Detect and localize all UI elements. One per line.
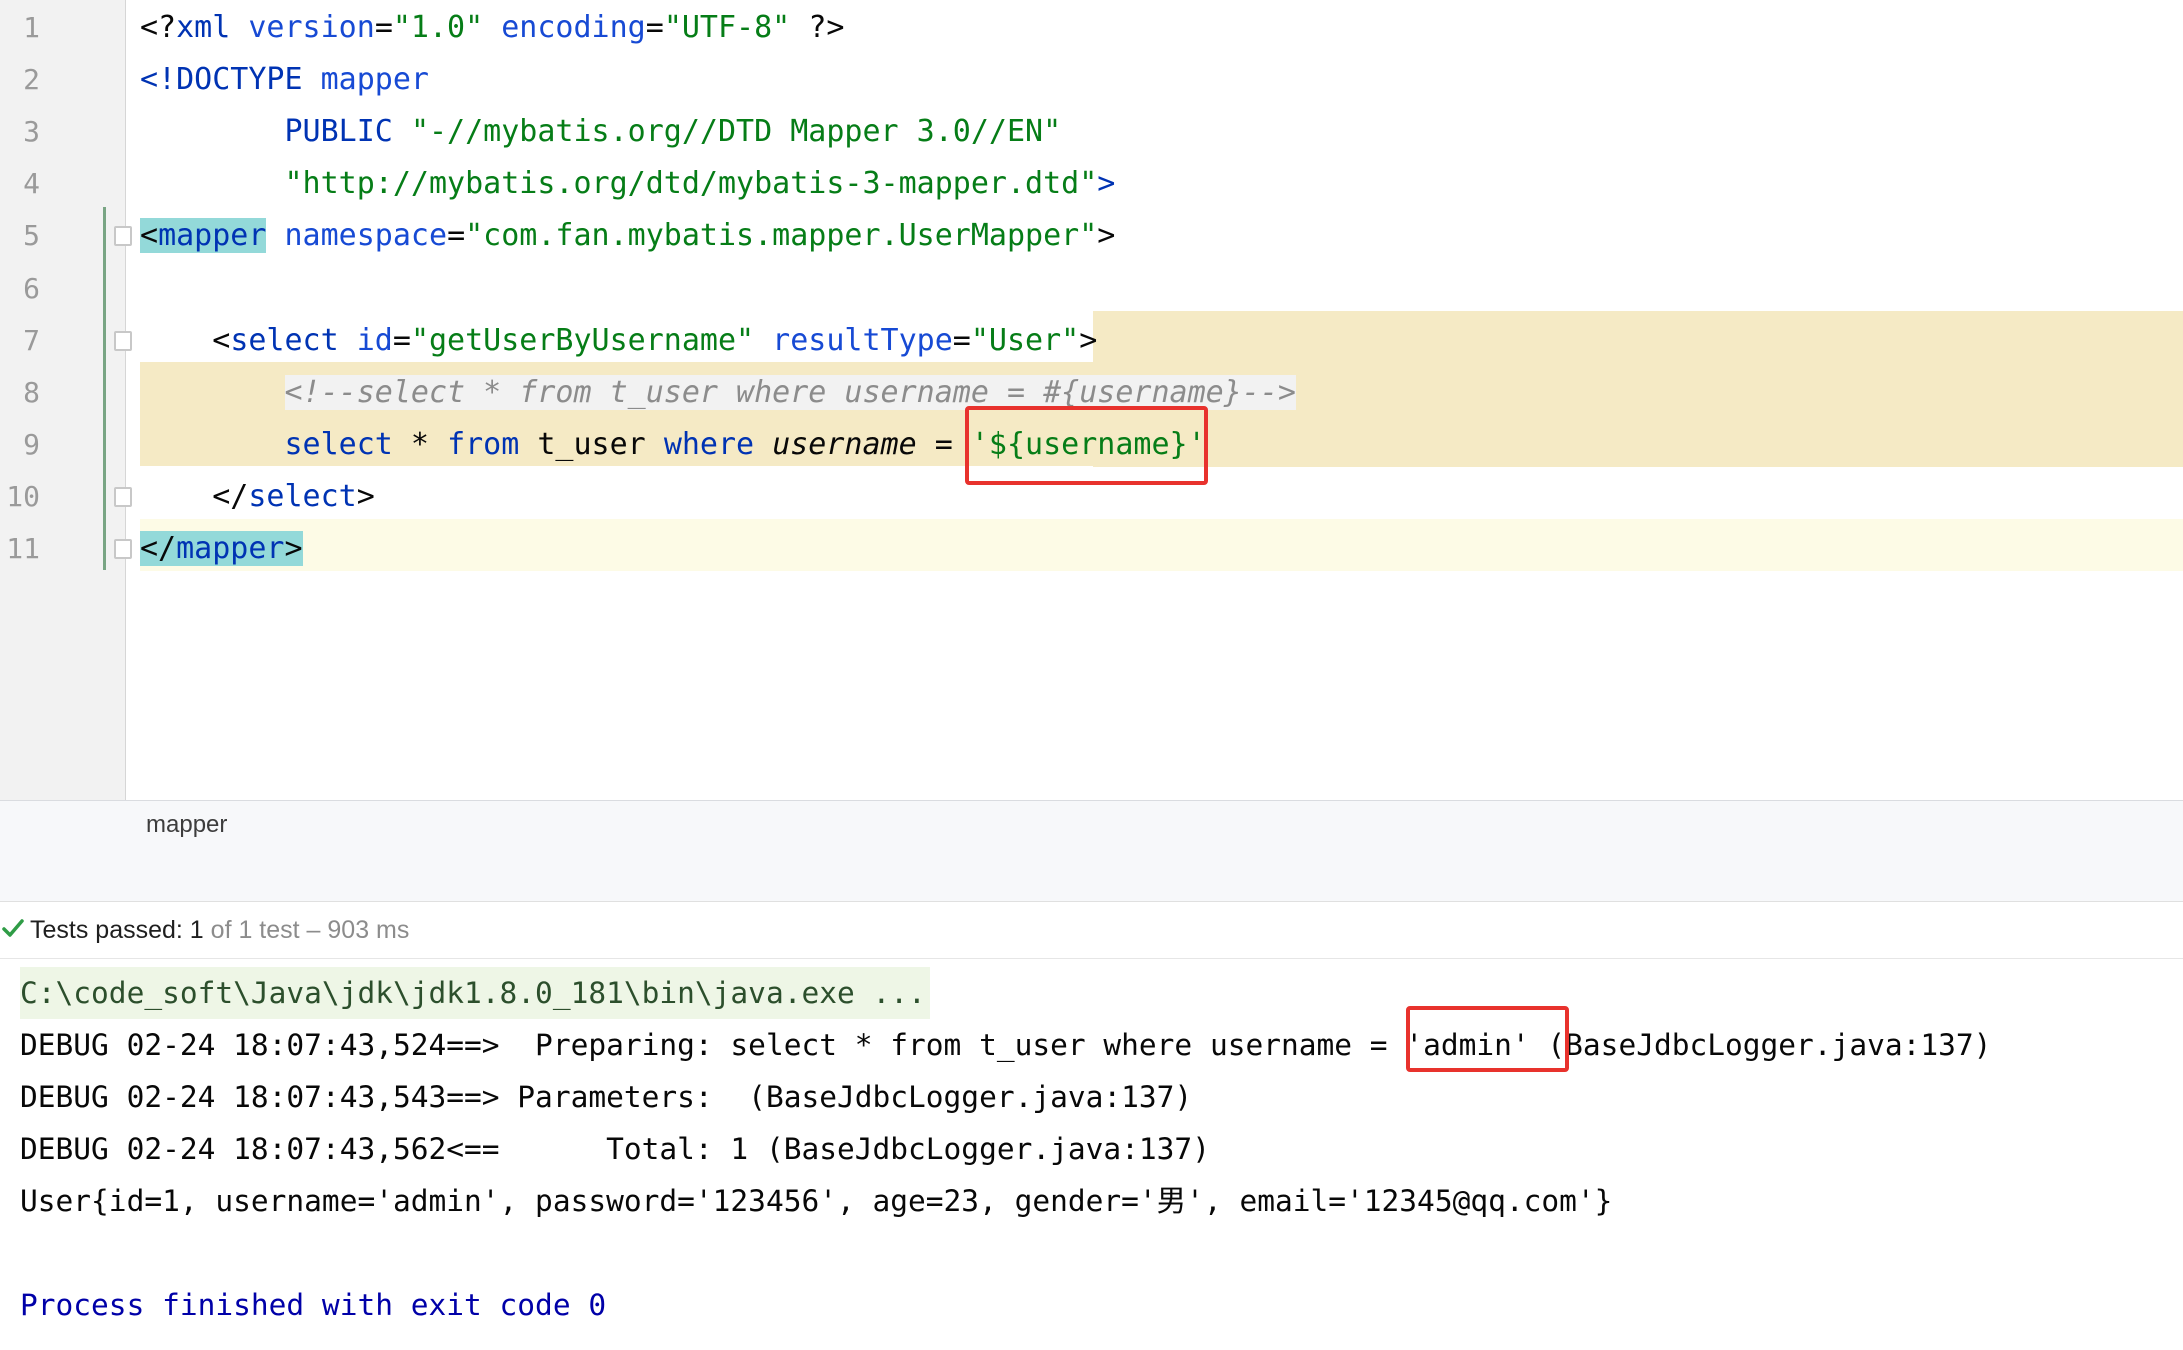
highlight-box-template-param [965, 406, 1208, 485]
code-line[interactable]: 4 "http://mybatis.org/dtd/mybatis-3-mapp… [0, 158, 2183, 210]
breadcrumb-item-mapper[interactable]: mapper [146, 801, 227, 849]
code-token: encoding [501, 10, 646, 45]
code-text[interactable]: <!DOCTYPE mapper [140, 54, 429, 106]
code-line[interactable]: 11 </mapper> [0, 523, 2183, 575]
code-token: </ [140, 478, 249, 514]
breadcrumb: mapper [0, 800, 2183, 850]
code-text[interactable]: <?xml version="1.0" encoding="UTF-8" ?> [140, 2, 844, 54]
code-token: where [663, 426, 755, 462]
fold-toggle-icon[interactable] [114, 330, 132, 351]
line-number: 3 [23, 115, 40, 149]
code-line[interactable]: 5 <mapper namespace="com.fan.mybatis.mapp… [0, 210, 2183, 262]
fold-toggle-icon[interactable] [114, 226, 132, 247]
code-token: * [392, 426, 448, 462]
test-status-bar: Tests passed: 1 of 1 test – 903 ms [0, 902, 2183, 959]
code-token: "UTF-8" [663, 10, 809, 45]
code-token: </ [140, 531, 177, 566]
code-text[interactable]: </mapper> [140, 523, 303, 575]
code-text[interactable]: </select> [140, 471, 375, 523]
code-token: mapper [158, 218, 267, 254]
code-token: PUBLIC [140, 114, 411, 150]
code-line[interactable]: 6 [0, 263, 2183, 315]
code-line[interactable]: 3 PUBLIC "-//mybatis.org//DTD Mapper 3.0… [0, 106, 2183, 158]
code-token: "User" [970, 322, 1080, 358]
code-token: namespace [284, 218, 448, 254]
code-token: <!--select * from t_user where username … [284, 374, 1296, 410]
code-token: <? [140, 10, 177, 45]
code-token: resultType [772, 322, 953, 358]
line-number: 4 [23, 167, 40, 201]
code-token: <!DOCTYPE [140, 62, 321, 98]
code-token: t_user [519, 426, 664, 462]
line-number: 10 [6, 479, 40, 513]
code-text[interactable]: PUBLIC "-//mybatis.org//DTD Mapper 3.0//… [140, 106, 1061, 158]
line-number: 11 [6, 532, 40, 565]
code-token: > [356, 478, 375, 514]
line-number: 5 [23, 219, 40, 253]
code-token: id [356, 322, 393, 358]
fold-toggle-icon[interactable] [114, 539, 132, 559]
check-icon [2, 919, 24, 937]
code-line[interactable]: 7 <select id="getUserByUsername" resultT… [0, 315, 2183, 367]
console-log-total: DEBUG 02-24 18:07:43,562<== Total: 1 (Ba… [20, 1132, 1210, 1166]
code-token: "1.0" [392, 10, 502, 45]
line-number: 6 [23, 271, 40, 305]
console-command-line[interactable]: C:\code_soft\Java\jdk\jdk1.8.0_181\bin\j… [20, 967, 930, 1019]
code-token: select [230, 322, 357, 358]
tests-passed-label: Tests passed: 1 [30, 916, 204, 944]
code-token: ?> [808, 10, 845, 45]
code-token: = [447, 218, 466, 254]
code-token: username [772, 426, 917, 462]
code-token: = [952, 322, 971, 358]
highlight-box-admin-value [1406, 1006, 1569, 1072]
code-token: > [1079, 322, 1098, 358]
line-number: 2 [23, 63, 40, 97]
run-console[interactable]: C:\code_soft\Java\jdk\jdk1.8.0_181\bin\j… [0, 959, 2183, 1350]
code-line[interactable]: 2 <!DOCTYPE mapper [0, 54, 2183, 106]
code-line[interactable]: 1 <?xml version="1.0" encoding="UTF-8" ?> [0, 2, 2183, 54]
console-exit-message: Process finished with exit code 0 [20, 1288, 607, 1322]
code-token: < [140, 218, 159, 254]
code-token: = [916, 426, 971, 462]
console-log-preparing: DEBUG 02-24 18:07:43,524==> Preparing: s… [20, 1028, 1992, 1062]
console-result-user: User{id=1, username='admin', password='1… [20, 1184, 1613, 1218]
tool-window-header [0, 849, 2183, 902]
code-token: "getUserByUsername" [410, 322, 773, 358]
line-number: 7 [23, 323, 40, 357]
code-token: "com.fan.mybatis.mapper.UserMapper" [465, 218, 1098, 254]
code-token: > [1097, 166, 1116, 202]
code-token: mapper [320, 62, 429, 98]
code-token: from [447, 426, 520, 462]
code-token: < [140, 322, 231, 358]
line-number: 1 [23, 11, 40, 44]
code-token: version [248, 10, 375, 45]
code-token: "http://mybatis.org/dtd/mybatis-3-mapper… [140, 166, 1098, 202]
code-token: xml [176, 10, 249, 45]
code-token: = [645, 10, 664, 45]
line-number: 9 [23, 427, 40, 461]
code-token: select [248, 478, 357, 514]
code-token: select [284, 426, 393, 462]
code-text[interactable]: <mapper namespace="com.fan.mybatis.mappe… [140, 210, 1115, 262]
code-token: > [1097, 218, 1116, 254]
line-number: 8 [23, 375, 40, 409]
console-log-parameters: DEBUG 02-24 18:07:43,543==> Parameters: … [20, 1080, 1193, 1114]
test-status-text: Tests passed: 1 of 1 test – 903 ms [30, 902, 409, 958]
code-text[interactable]: <select id="getUserByUsername" resultTyp… [140, 315, 1097, 367]
code-token: = [392, 322, 411, 358]
code-token: "-//mybatis.org//DTD Mapper 3.0//EN" [410, 114, 1062, 150]
code-token: mapper [176, 531, 285, 566]
tests-duration-label: of 1 test – 903 ms [203, 916, 410, 944]
code-text[interactable]: "http://mybatis.org/dtd/mybatis-3-mapper… [140, 158, 1115, 210]
fold-toggle-icon[interactable] [114, 486, 132, 507]
code-token: = [374, 10, 393, 45]
code-token: > [284, 531, 303, 566]
code-editor[interactable]: 1 <?xml version="1.0" encoding="UTF-8" ?>… [0, 0, 2183, 800]
